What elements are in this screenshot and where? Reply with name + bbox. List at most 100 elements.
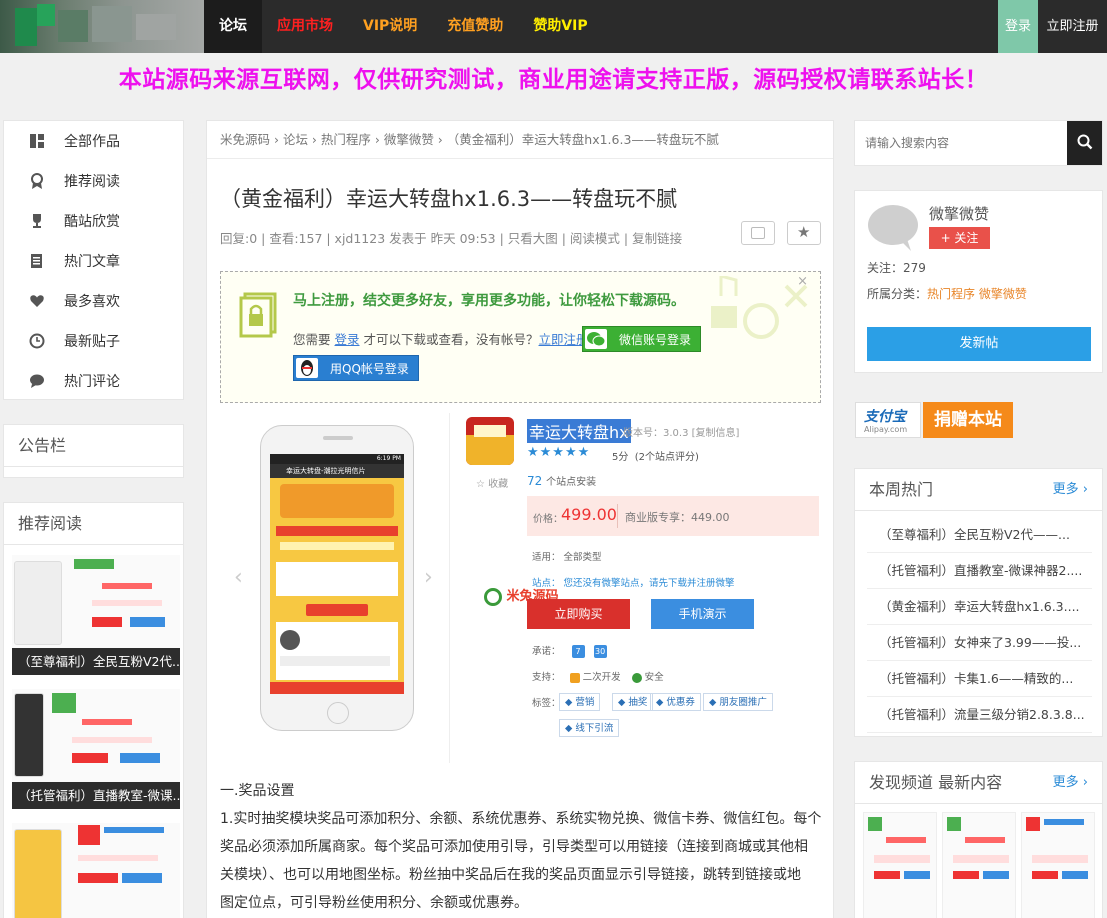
main-nav: 论坛 应用市场 VIP说明 充值赞助 赞助VIP — [204, 0, 603, 53]
avatar[interactable] — [867, 201, 919, 253]
search-input[interactable] — [855, 121, 1069, 165]
tag[interactable]: ◆ 朋友圈推广 — [703, 693, 773, 711]
price-box: 价格： 499.00 商业版专享：449.00 — [527, 496, 819, 536]
qq-login-button[interactable]: 用QQ帐号登录 — [293, 355, 419, 381]
mobile-demo-button[interactable]: 手机演示 — [651, 599, 754, 629]
follow-button[interactable]: + 关注 — [929, 227, 990, 249]
announcement-panel: 公告栏 — [3, 424, 184, 478]
donate-label: 捐赠本站 — [923, 402, 1013, 438]
menu-most-liked[interactable]: 最多喜欢 — [4, 281, 183, 321]
nav-app-market[interactable]: 应用市场 — [262, 0, 348, 53]
rating-stars: ★★★★★ — [527, 445, 591, 460]
nav-recharge[interactable]: 充值赞助 — [432, 0, 518, 53]
register-button[interactable]: 立即注册 — [1038, 0, 1107, 53]
menu-label: 最新贴子 — [64, 334, 120, 350]
tags-label: 标签： — [532, 698, 561, 709]
alipay-logo: 支付宝 Alipay.com — [855, 402, 921, 438]
hot-item[interactable]: （托管福利）流量三级分销2.8.3.8... — [867, 697, 1092, 733]
qq-penguin-icon — [296, 358, 318, 378]
clock-icon — [29, 333, 45, 349]
discover-thumb[interactable] — [1021, 812, 1095, 918]
menu-hot-comments[interactable]: 热门评论 — [4, 361, 183, 401]
favorite-star-button[interactable]: ★ — [787, 221, 821, 245]
tag[interactable]: ◆ 抽奖 — [612, 693, 654, 711]
next-arrow-icon[interactable]: › — [424, 565, 433, 590]
app-version: 版本号：3.0.3 [复制信息] — [623, 428, 740, 439]
blank-icon — [751, 227, 765, 239]
hot-more-link[interactable]: 更多 › — [1053, 469, 1088, 511]
wechat-icon — [585, 329, 607, 349]
favorite-link[interactable]: ☆ 收藏 — [476, 475, 508, 490]
category-row: 所属分类：热门程序 微擎微赞 — [867, 287, 1027, 301]
site-logo[interactable] — [0, 0, 204, 53]
hot-item[interactable]: （托管福利）直播教室-微课神器2.... — [867, 553, 1092, 589]
prev-arrow-icon[interactable]: ‹ — [234, 565, 243, 590]
login-button[interactable]: 登录 — [998, 0, 1038, 53]
close-icon[interactable]: × — [797, 274, 808, 289]
phone-status-bar: 6:19 PM — [270, 454, 404, 464]
menu-all-works[interactable]: 全部作品 — [4, 121, 183, 161]
search-button[interactable] — [1067, 121, 1102, 165]
hot-item[interactable]: （托管福利）卡集1.6——精致的... — [867, 661, 1092, 697]
lock-document-icon — [239, 292, 281, 338]
recommended-title: 推荐阅读 — [4, 503, 183, 545]
buy-now-button[interactable]: 立即购买 — [527, 599, 630, 629]
hot-item[interactable]: （黄金福利）幸运大转盘hx1.6.3.... — [867, 589, 1092, 625]
post-meta[interactable]: 回复:0 | 查看:157 | xjd1123 发表于 昨天 09:53 | 只… — [220, 228, 682, 247]
grid-icon — [29, 133, 45, 149]
comment-icon — [29, 373, 45, 389]
lock-icon — [569, 672, 580, 683]
phone-title-bar: 幸运大转盘-潮拉光明信片 — [270, 464, 404, 478]
app-name: 幸运大转盘hx — [527, 419, 631, 443]
menu-label: 全部作品 — [64, 134, 120, 150]
star-icon: ★ — [797, 223, 811, 241]
breadcrumb[interactable]: 米免源码 › 论坛 › 热门程序 › 微擎微赞 › （黄金福利）幸运大转盘hx1… — [207, 121, 833, 159]
tag[interactable]: ◆ 线下引流 — [559, 719, 620, 737]
phone-mockup: 6:19 PM 幸运大转盘-潮拉光明信片 — [260, 425, 414, 731]
menu-latest-posts[interactable]: 最新贴子 — [4, 321, 183, 361]
follow-count: 关注：279 — [867, 261, 926, 275]
discover-thumb[interactable] — [942, 812, 1016, 918]
recommended-item[interactable] — [12, 823, 180, 918]
heart-icon — [29, 293, 45, 309]
recommended-item[interactable]: （托管福利）直播教室-微课... — [12, 689, 180, 809]
hot-item[interactable]: （至尊福利）全民互粉V2代——... — [867, 517, 1092, 553]
author-name[interactable]: 微擎微赞 — [929, 203, 989, 224]
recommended-panel: 推荐阅读 （至尊福利）全民互粉V2代... （托管福利）直播教室-微课... — [3, 502, 184, 918]
promise-badge: 7 — [571, 645, 585, 658]
menu-recommended[interactable]: 推荐阅读 — [4, 161, 183, 201]
announcement-title: 公告栏 — [4, 425, 183, 467]
recommended-caption: （托管福利）直播教室-微课... — [12, 782, 180, 809]
donate-banner[interactable]: 支付宝 Alipay.com 捐赠本站 — [855, 402, 1015, 438]
register-line-prefix: 您需要 — [293, 332, 331, 347]
qq-login-label: 用QQ帐号登录 — [330, 362, 409, 376]
weekly-hot-panel: 本周热门 更多 › （至尊福利）全民互粉V2代——... （托管福利）直播教室-… — [854, 468, 1103, 737]
content-paragraph: 图定位点，可引导粉丝使用积分、余额或优惠券。 — [220, 895, 528, 911]
decor-icons — [691, 274, 811, 356]
top-navbar: 论坛 应用市场 VIP说明 充值赞助 赞助VIP 登录 立即注册 — [0, 0, 1107, 53]
new-post-button[interactable]: 发新帖 — [867, 327, 1091, 361]
register-line: 您需要 登录 才可以下载或查看，没有帐号？立即注册 — [293, 329, 589, 348]
recommended-caption: （至尊福利）全民互粉V2代... — [12, 648, 180, 675]
recommended-item[interactable]: （至尊福利）全民互粉V2代... — [12, 555, 180, 675]
nav-sponsor-vip[interactable]: 赞助VIP — [518, 0, 602, 53]
menu-cool-sites[interactable]: 酷站欣赏 — [4, 201, 183, 241]
discover-more-link[interactable]: 更多 › — [1053, 762, 1088, 804]
hot-item[interactable]: （托管福利）女神来了3.99——投... — [867, 625, 1092, 661]
nav-vip-info[interactable]: VIP说明 — [348, 0, 432, 53]
register-line-middle: 才可以下载或查看，没有帐号？ — [363, 332, 539, 347]
menu-label: 最多喜欢 — [64, 294, 120, 310]
category-links[interactable]: 热门程序 微擎微赞 — [927, 287, 1027, 301]
wechat-login-button[interactable]: 微信账号登录 — [582, 326, 701, 352]
nav-forum[interactable]: 论坛 — [204, 0, 262, 53]
tag[interactable]: ◆ 优惠券 — [650, 693, 701, 711]
share-button[interactable] — [741, 221, 775, 245]
menu-hot-articles[interactable]: 热门文章 — [4, 241, 183, 281]
discover-thumb[interactable] — [863, 812, 937, 918]
menu-label: 推荐阅读 — [64, 174, 120, 190]
product-screenshot: ‹ › 6:19 PM 幸运大转盘-潮拉光明信片 ☆ 收藏 幸运大转盘hx 版本… — [220, 413, 821, 763]
login-link[interactable]: 登录 — [335, 332, 360, 347]
left-menu: 全部作品 推荐阅读 酷站欣赏 热门文章 最多喜欢 最新贴子 热门评论 — [3, 120, 184, 400]
shield-icon — [631, 672, 642, 683]
tag[interactable]: ◆ 营销 — [559, 693, 601, 711]
